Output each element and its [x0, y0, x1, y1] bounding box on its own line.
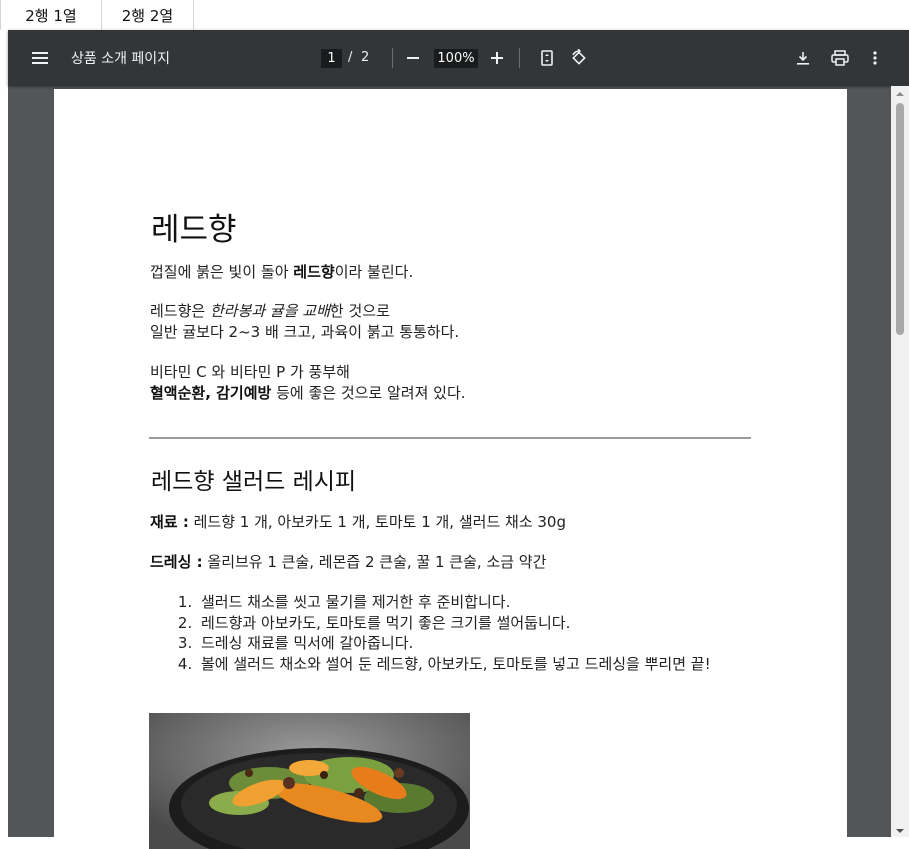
scrollbar-thumb[interactable]	[896, 103, 904, 335]
origin-italic: 한라봉과 귤을 교배	[209, 302, 330, 320]
pdf-viewer: 상품 소개 페이지 1 / 2 100% 레드향 껍질에 붉은 빛이 돌아 레드…	[8, 30, 909, 849]
intro-text: 껍질에 붉은 빛이 돌아	[150, 263, 294, 281]
document-page: 레드향 껍질에 붉은 빛이 돌아 레드향이라 불린다. 레드향은 한라봉과 귤을…	[54, 89, 847, 849]
ingredients-text: 레드향 1 개, 아보카도 1 개, 토마토 1 개, 샐러드 채소 30g	[188, 513, 566, 531]
rotate-icon[interactable]	[568, 47, 590, 69]
zoom-input[interactable]: 100%	[434, 49, 478, 68]
dressing-text: 올리브유 1 큰술, 레몬즙 2 큰술, 꿀 1 큰술, 소금 약간	[202, 553, 547, 571]
ingredients-line: 재료 : 레드향 1 개, 아보카도 1 개, 토마토 1 개, 샐러드 채소 …	[150, 512, 566, 532]
toolbar-divider	[519, 48, 520, 68]
recipe-steps: 샐러드 채소를 씻고 물기를 제거한 후 준비합니다. 레드향과 아보카도, 토…	[149, 592, 777, 674]
vitamin-paragraph-line2: 혈액순환, 감기예방 등에 좋은 것으로 알려져 있다.	[150, 383, 466, 403]
vitamin-paragraph-line1: 비타민 C 와 비타민 P 가 풍부해	[150, 363, 350, 381]
zoom-in-icon[interactable]	[488, 47, 506, 69]
vertical-scrollbar[interactable]	[891, 86, 909, 837]
recipe-step: 레드향과 아보카도, 토마토를 먹기 좋은 크기를 썰어둡니다.	[197, 613, 777, 634]
page-number-input[interactable]: 1	[321, 49, 342, 68]
pdf-toolbar: 상품 소개 페이지 1 / 2 100%	[8, 30, 909, 86]
origin-text-end: 한 것으로	[329, 302, 390, 320]
salad-image	[149, 713, 470, 849]
vitamin-text: 등에 좋은 것으로 알려져 있다.	[271, 384, 466, 402]
origin-paragraph-line1: 레드향은 한라봉과 귤을 교배한 것으로	[150, 301, 390, 321]
zoom-out-icon[interactable]	[404, 47, 422, 69]
recipe-step: 드레싱 재료를 믹서에 갈아줍니다.	[197, 633, 777, 654]
download-icon[interactable]	[793, 47, 813, 69]
more-icon[interactable]	[866, 47, 884, 69]
page-total: 2	[361, 50, 370, 65]
dressing-label: 드레싱 :	[150, 553, 203, 571]
origin-text: 레드향은	[150, 302, 210, 320]
section-divider	[149, 437, 751, 439]
tab-bar: 2행 1열 2행 2열	[0, 0, 909, 30]
menu-icon[interactable]	[28, 47, 52, 69]
scroll-up-arrow-icon[interactable]	[891, 86, 909, 100]
tab-row2-col1[interactable]: 2행 1열	[0, 0, 102, 30]
scroll-down-arrow-icon[interactable]	[891, 823, 909, 837]
vitamin-bold: 혈액순환, 감기예방	[150, 384, 272, 402]
intro-text-end: 이라 불린다.	[334, 263, 414, 281]
print-icon[interactable]	[829, 47, 851, 69]
recipe-heading: 레드향 샐러드 레시피	[151, 469, 357, 495]
toolbar-divider	[392, 48, 393, 68]
fit-page-icon[interactable]	[538, 47, 556, 69]
ingredients-label: 재료 :	[150, 513, 189, 531]
tab-row2-col2[interactable]: 2행 2열	[102, 0, 194, 30]
recipe-step: 샐러드 채소를 씻고 물기를 제거한 후 준비합니다.	[197, 592, 777, 613]
page-separator: /	[348, 50, 353, 65]
recipe-step: 볼에 샐러드 채소와 썰어 둔 레드향, 아보카도, 토마토를 넣고 드레싱을 …	[197, 654, 777, 675]
dressing-line: 드레싱 : 올리브유 1 큰술, 레몬즙 2 큰술, 꿀 1 큰술, 소금 약간	[150, 552, 546, 572]
page-heading: 레드향	[151, 212, 237, 248]
origin-paragraph-line2: 일반 귤보다 2~3 배 크고, 과육이 붉고 통통하다.	[150, 323, 460, 341]
intro-bold: 레드향	[293, 263, 335, 281]
intro-paragraph: 껍질에 붉은 빛이 돌아 레드향이라 불린다.	[150, 262, 413, 282]
document-title: 상품 소개 페이지	[71, 51, 171, 67]
